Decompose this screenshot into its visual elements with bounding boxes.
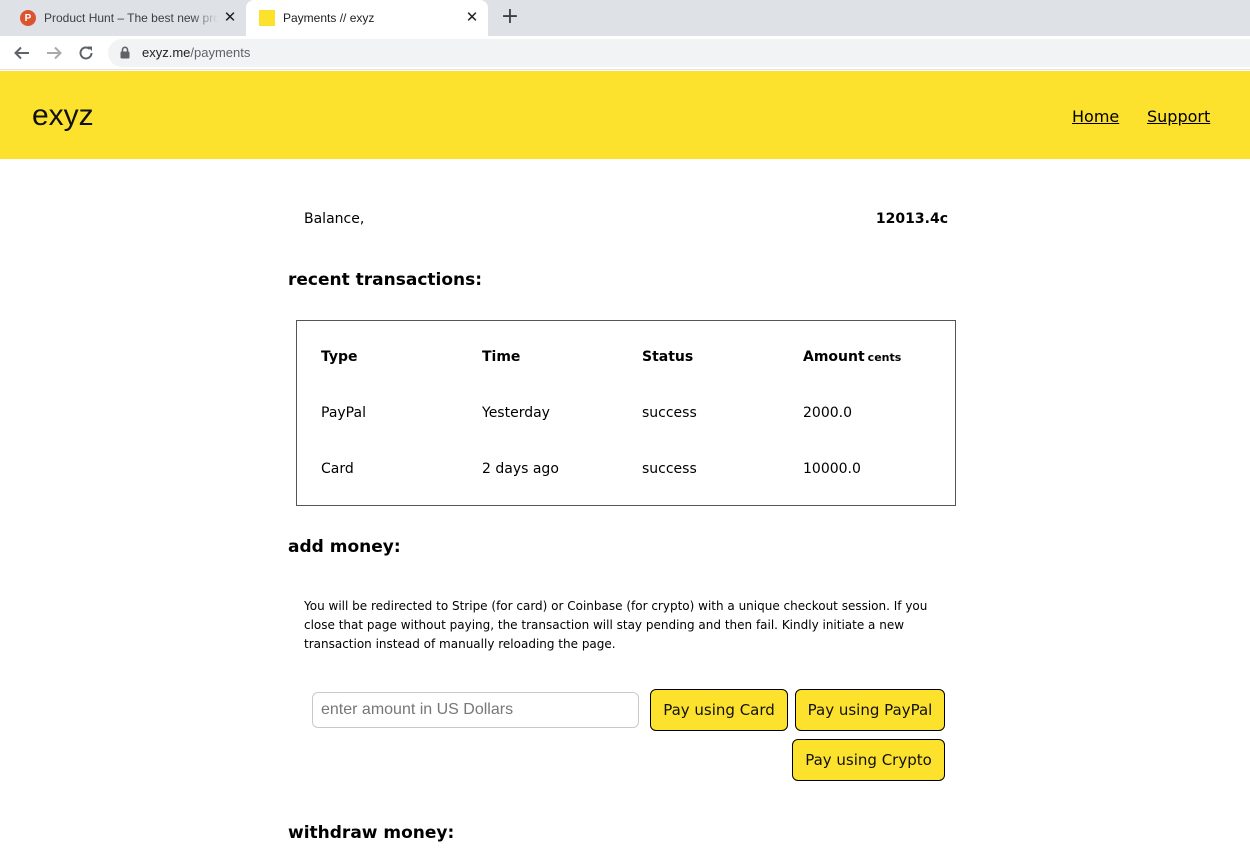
add-money-heading: add money: [288, 537, 401, 557]
close-tab-icon[interactable]: ✕ [222, 10, 238, 26]
cell-time: Yesterday [482, 405, 550, 421]
close-tab-icon[interactable]: ✕ [464, 10, 480, 26]
cell-status: success [642, 461, 697, 477]
tab-title: Product Hunt – The best new products in … [44, 11, 218, 25]
nav-link-support[interactable]: Support [1147, 107, 1210, 126]
table-row: Card 2 days ago success 10000.0 [297, 461, 957, 481]
address-bar[interactable]: exyz.me/payments [108, 39, 1250, 67]
tab-title: Payments // exyz [283, 11, 375, 25]
site-logo[interactable]: exyz [32, 99, 94, 133]
cell-status: success [642, 405, 697, 421]
back-button[interactable] [10, 41, 34, 65]
url-path: /payments [190, 45, 251, 60]
product-hunt-favicon-icon: P [20, 10, 36, 26]
cell-amount: 10000.0 [803, 461, 861, 477]
amount-input[interactable] [312, 692, 639, 728]
browser-tab-bar: P Product Hunt – The best new products i… [0, 0, 1250, 36]
redirect-info-text: You will be redirected to Stripe (for ca… [304, 599, 928, 651]
forward-button[interactable] [42, 41, 66, 65]
column-header-status: Status [642, 349, 694, 365]
column-header-amount: Amount cents [803, 349, 901, 365]
column-header-time: Time [482, 349, 521, 365]
balance-value: 12013.4c [875, 211, 948, 227]
nav-link-home[interactable]: Home [1072, 107, 1119, 126]
new-tab-button[interactable]: + [498, 6, 522, 30]
url-text: exyz.me/payments [142, 45, 250, 60]
lock-icon [120, 46, 130, 59]
balance-label: Balance, [304, 211, 365, 227]
tab-product-hunt[interactable]: P Product Hunt – The best new products i… [8, 0, 246, 36]
back-arrow-icon [14, 46, 29, 60]
forward-arrow-icon [47, 46, 62, 60]
amount-unit-label: cents [867, 351, 902, 364]
exyz-favicon-icon [259, 10, 275, 26]
site-header: exyz Home Support [0, 71, 1250, 159]
cell-type: PayPal [321, 405, 366, 421]
cell-amount: 2000.0 [803, 405, 852, 421]
reload-icon [79, 46, 93, 60]
reload-button[interactable] [74, 41, 98, 65]
withdraw-money-heading: withdraw money: [288, 823, 455, 843]
cell-time: 2 days ago [482, 461, 559, 477]
pay-crypto-button[interactable]: Pay using Crypto [792, 739, 945, 781]
cell-type: Card [321, 461, 354, 477]
table-row: PayPal Yesterday success 2000.0 [297, 405, 957, 425]
recent-transactions-heading: recent transactions: [288, 270, 483, 290]
tab-payments[interactable]: Payments // exyz ✕ [246, 0, 488, 36]
url-host: exyz.me [142, 45, 191, 60]
column-header-type: Type [321, 349, 358, 365]
table-header-row: Type Time Status Amount cents [297, 349, 957, 369]
browser-toolbar: exyz.me/payments [0, 36, 1250, 70]
pay-paypal-button[interactable]: Pay using PayPal [795, 689, 945, 731]
transactions-table: Type Time Status Amount cents PayPal Yest… [296, 320, 956, 506]
pay-card-button[interactable]: Pay using Card [650, 689, 788, 731]
amount-header-label: Amount [803, 349, 865, 365]
